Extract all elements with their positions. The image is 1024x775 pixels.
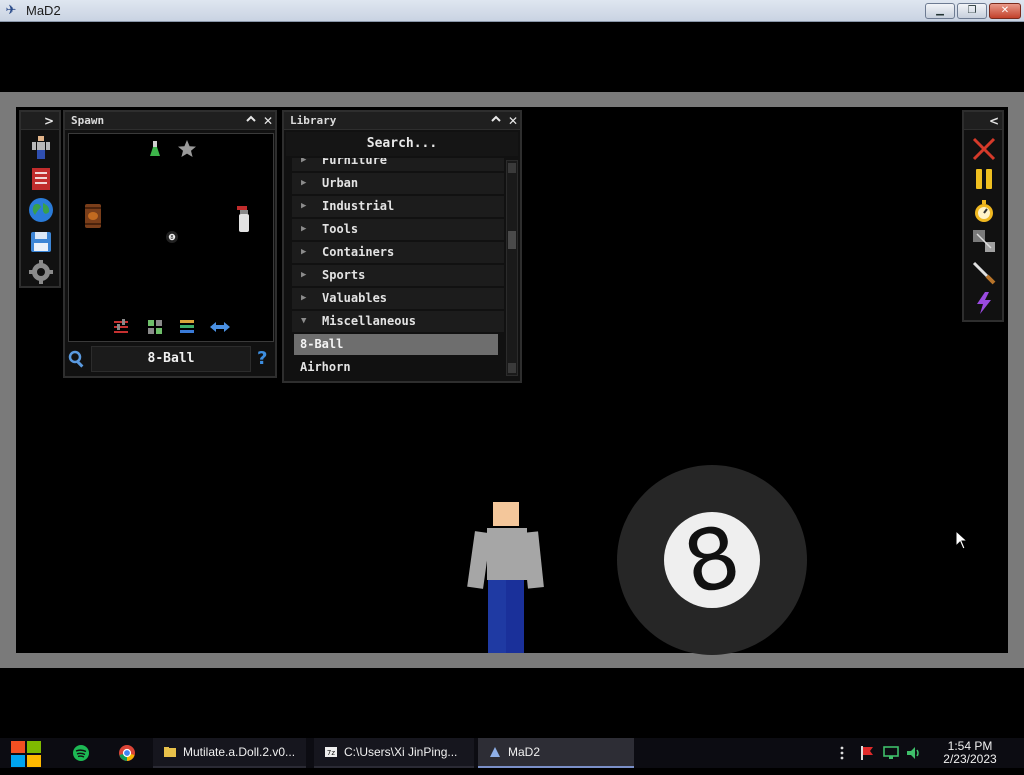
selected-item-name: 8-Ball <box>91 346 251 372</box>
fire-extinguisher-icon[interactable] <box>235 204 253 234</box>
ragdoll-right-leg[interactable] <box>506 580 524 653</box>
left-toolbar: > <box>19 110 61 288</box>
library-category-list: ▶ Furniture ▶ Urban ▶ Industrial ▶ Tools… <box>286 158 504 378</box>
expand-arrow-icon: ▶ <box>301 178 307 188</box>
category-urban[interactable]: ▶ Urban <box>292 173 504 194</box>
select-shape-icon[interactable] <box>971 228 997 254</box>
left-toolbar-header: > <box>21 112 59 130</box>
ragdoll-tool-icon[interactable] <box>28 134 54 160</box>
scroll-up-arrow-icon[interactable] <box>508 163 516 173</box>
network-icon[interactable] <box>882 744 900 762</box>
tray-overflow-icon[interactable] <box>838 745 846 775</box>
scroll-down-arrow-icon[interactable] <box>508 363 516 373</box>
spawn-collapse-button[interactable] <box>243 113 259 129</box>
library-panel-title: Library <box>290 114 337 127</box>
chrome-icon[interactable] <box>118 744 136 762</box>
svg-text:8: 8 <box>170 235 173 241</box>
folder-icon <box>164 747 176 757</box>
eight-ball-icon[interactable]: 8 <box>165 230 179 244</box>
library-search-input[interactable]: Search... <box>286 132 518 156</box>
category-valuables[interactable]: ▶ Valuables <box>292 288 504 309</box>
expand-arrow-icon: ▶ <box>301 247 307 257</box>
restore-button[interactable]: ❐ <box>957 3 987 19</box>
globe-icon[interactable] <box>28 197 54 223</box>
save-icon[interactable] <box>28 229 54 255</box>
mad2-app-icon <box>490 747 500 757</box>
category-miscellaneous[interactable]: ▼ Miscellaneous <box>292 311 504 332</box>
clock-date: 2/23/2023 <box>943 752 997 766</box>
barrel-icon[interactable] <box>83 202 103 230</box>
window-titlebar[interactable]: ✈ MaD2 ▁ ❐ ✕ <box>0 0 1024 22</box>
grid-icon[interactable] <box>146 318 164 336</box>
delete-x-icon[interactable] <box>971 136 997 162</box>
layers-icon[interactable] <box>178 318 196 336</box>
spotify-icon[interactable] <box>72 744 90 762</box>
taskbar: Mutilate.a.Doll.2.v0... 7z C:\Users\Xi J… <box>0 738 1024 768</box>
close-window-button[interactable]: ✕ <box>989 3 1021 19</box>
flask-icon[interactable] <box>146 140 164 158</box>
collapse-arrow-icon: ▼ <box>301 316 307 326</box>
expand-arrow-icon: ▶ <box>301 158 307 165</box>
expand-toolbar-button[interactable]: > <box>41 113 57 129</box>
spawn-panel-title: Spawn <box>71 114 105 127</box>
library-panel-header[interactable]: Library ✕ <box>284 112 520 130</box>
category-sports[interactable]: ▶ Sports <box>292 265 504 286</box>
lightning-icon[interactable] <box>971 290 997 316</box>
settings-gear-icon[interactable] <box>28 259 54 285</box>
minimize-button[interactable]: ▁ <box>925 3 955 19</box>
windows-start-icon[interactable] <box>10 740 44 768</box>
book-icon[interactable] <box>28 166 54 192</box>
swap-arrows-icon[interactable] <box>209 320 231 334</box>
library-close-button[interactable]: ✕ <box>505 113 521 129</box>
expand-arrow-icon: ▶ <box>301 270 307 280</box>
category-industrial[interactable]: ▶ Industrial <box>292 196 504 217</box>
mouse-cursor-icon <box>955 530 969 550</box>
search-icon[interactable] <box>68 350 86 368</box>
library-panel: Library ✕ Search... ▶ Furniture ▶ Urban … <box>282 110 522 383</box>
category-furniture[interactable]: ▶ Furniture <box>292 158 504 171</box>
app-icon: ✈ <box>5 3 17 18</box>
library-scrollbar[interactable] <box>506 160 518 376</box>
category-tools[interactable]: ▶ Tools <box>292 219 504 240</box>
task-mutilate-folder[interactable]: Mutilate.a.Doll.2.v0... <box>153 738 306 768</box>
help-button[interactable]: ? <box>257 347 267 371</box>
ragdoll-head[interactable] <box>493 502 519 526</box>
expand-arrow-icon: ▶ <box>301 293 307 303</box>
collapse-toolbar-button[interactable]: < <box>986 113 1002 129</box>
library-item-8-ball[interactable]: 8-Ball <box>294 334 498 355</box>
chevron-up-icon <box>491 115 501 122</box>
right-toolbar: < <box>962 110 1004 322</box>
expand-arrow-icon: ▶ <box>301 201 307 211</box>
taskbar-clock[interactable]: 1:54 PM 2/23/2023 <box>930 740 1010 766</box>
stopwatch-icon[interactable] <box>971 198 997 224</box>
7zip-icon: 7z <box>325 747 337 757</box>
spawn-preview-area[interactable]: 8 <box>68 133 274 342</box>
right-toolbar-header: < <box>964 112 1002 130</box>
expand-arrow-icon: ▶ <box>301 224 307 234</box>
knife-icon[interactable] <box>971 260 997 286</box>
library-collapse-button[interactable] <box>488 113 504 129</box>
volume-icon[interactable] <box>905 744 923 762</box>
ragdoll-left-leg[interactable] <box>488 580 506 653</box>
spawn-panel-header[interactable]: Spawn ✕ <box>65 112 275 130</box>
category-containers[interactable]: ▶ Containers <box>292 242 504 263</box>
window-title: MaD2 <box>26 3 61 18</box>
chevron-up-icon <box>246 115 256 122</box>
action-center-flag-icon[interactable] <box>858 744 876 762</box>
task-7zip[interactable]: 7z C:\Users\Xi JinPing... <box>314 738 474 768</box>
spawn-footer: 8-Ball ? <box>65 344 275 376</box>
star-icon[interactable] <box>177 139 197 159</box>
pause-icon[interactable] <box>971 166 997 192</box>
sliders-icon[interactable] <box>112 318 130 336</box>
spawn-panel: Spawn ✕ 8 8-Ball ? <box>63 110 277 378</box>
ragdoll-torso[interactable] <box>487 528 527 580</box>
scrollbar-thumb[interactable] <box>508 231 516 249</box>
svg-text:7z: 7z <box>327 749 335 757</box>
library-item-airhorn[interactable]: Airhorn <box>294 357 498 378</box>
task-mad2[interactable]: MaD2 <box>478 738 634 768</box>
spawn-close-button[interactable]: ✕ <box>260 113 276 129</box>
